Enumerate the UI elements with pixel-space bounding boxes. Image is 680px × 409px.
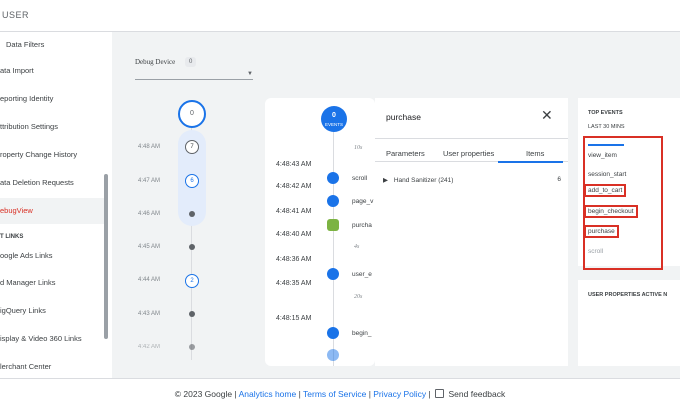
debug-device-select[interactable]: Debug Device 0 ▼ [135, 57, 253, 86]
event-time: 4:48:42 AM [276, 183, 312, 190]
privacy-policy-link[interactable]: Privacy Policy [373, 389, 426, 399]
event-time: 4:48:43 AM [276, 161, 312, 168]
event-time: 4:48:35 AM [276, 280, 312, 287]
top-event-item[interactable]: view_item [588, 152, 617, 159]
minute-badge[interactable]: 6 [185, 174, 199, 188]
top-event-item[interactable]: purchase [584, 225, 619, 238]
person-icon[interactable] [327, 327, 339, 339]
minute-badge[interactable]: 2 [185, 274, 199, 288]
tab-user-properties[interactable]: User properties [443, 149, 494, 158]
person-icon [327, 349, 339, 361]
chevron-down-icon: ▼ [247, 71, 253, 77]
person-icon[interactable] [327, 268, 339, 280]
minute-dot [189, 311, 195, 317]
close-icon[interactable]: ✕ [541, 108, 553, 122]
event-detail-title: purchase [386, 112, 421, 122]
minute-tick: 4:43 AM [138, 311, 161, 317]
item-quantity: 6 [557, 176, 561, 183]
page-footer: © 2023 Google | Analytics home | Terms o… [0, 378, 680, 409]
seconds-event-count: 0 EVENTS [321, 106, 347, 132]
event-name[interactable]: purcha [352, 222, 372, 229]
minute-tick: 4:44 AM [138, 277, 161, 283]
top-event-item[interactable]: scroll [588, 248, 603, 255]
top-events-title: TOP EVENTS [588, 110, 623, 116]
minutes-total-circle: 0 [178, 100, 206, 128]
minutes-stream: 0 4:48 AM 7 4:47 AM 6 4:46 AM 4:45 AM 4:… [132, 90, 260, 380]
minute-dot [189, 211, 195, 217]
user-properties-card: USER PROPERTIES ACTIVE N [578, 280, 680, 366]
property-title: USER [2, 10, 30, 20]
sidebar-item-data-deletion-requests[interactable]: ata Deletion Requests [0, 174, 104, 192]
event-detail-panel: purchase ✕ Parameters User properties It… [375, 98, 568, 366]
top-event-item[interactable]: session_start [588, 171, 626, 178]
top-events-card: TOP EVENTS LAST 30 MINS view_item sessio… [578, 98, 680, 270]
count-bar [588, 144, 624, 146]
sidebar-item-merchant-center[interactable]: lerchant Center [0, 358, 104, 376]
sidebar-item-debugview[interactable]: ebugView [0, 198, 104, 224]
event-time: 4:48:41 AM [276, 208, 312, 215]
person-icon[interactable] [327, 172, 339, 184]
sidebar-item-data-filters[interactable]: Data Filters [0, 36, 104, 54]
item-row[interactable]: ▶ Hand Sanitizer (241) 6 [383, 176, 561, 184]
minute-tick: 4:47 AM [138, 178, 161, 184]
feedback-icon [435, 389, 445, 399]
minute-tick: 4:48 AM [138, 144, 161, 150]
user-properties-title: USER PROPERTIES ACTIVE N [588, 292, 668, 298]
select-underline [135, 79, 253, 80]
top-event-item[interactable]: add_to_cart [584, 184, 627, 197]
flag-icon[interactable] [327, 219, 339, 231]
event-name[interactable]: user_e [352, 271, 372, 278]
event-name[interactable]: scroll [352, 175, 367, 182]
sidebar-item-property-change-history[interactable]: roperty Change History [0, 146, 104, 164]
time-gap-label: 10s [354, 145, 363, 151]
event-time: 4:48:40 AM [276, 231, 312, 238]
sidebar-item-reporting-identity[interactable]: eporting Identity [0, 90, 104, 108]
event-name[interactable]: page_v [352, 198, 373, 205]
copyright-text: © 2023 Google [174, 389, 233, 399]
seconds-stream: 0 EVENTS 10s 4:48:43 AM 4:48:42 AM scrol… [265, 98, 375, 366]
time-gap-label: 20s [354, 294, 363, 300]
event-time: 4:48:36 AM [276, 256, 312, 263]
debug-device-count: 0 [185, 57, 197, 67]
admin-sidebar: Data Filters ata Import eporting Identit… [0, 32, 112, 378]
sidebar-item-bigquery-links[interactable]: igQuery Links [0, 302, 104, 320]
sidebar-item-display-video-360-links[interactable]: isplay & Video 360 Links [0, 330, 104, 348]
product-links-section-label: T LINKS [0, 234, 24, 240]
send-feedback-link[interactable]: Send feedback [449, 389, 506, 399]
terms-of-service-link[interactable]: Terms of Service [303, 389, 366, 399]
sidebar-item-attribution-settings[interactable]: ttribution Settings [0, 118, 104, 136]
item-name: Hand Sanitizer (241) [393, 177, 454, 184]
tab-items[interactable]: Items [526, 149, 544, 158]
sidebar-scrollbar[interactable] [104, 174, 108, 339]
debug-device-label: Debug Device [135, 58, 176, 66]
event-name[interactable]: begin_ [352, 330, 372, 337]
top-bar: USER [0, 0, 680, 32]
sidebar-item-data-import[interactable]: ata Import [0, 62, 104, 80]
event-time: 4:48:15 AM [276, 315, 312, 322]
sidebar-item-ad-manager-links[interactable]: d Manager Links [0, 274, 104, 292]
top-event-item[interactable]: begin_checkout [584, 205, 638, 218]
analytics-home-link[interactable]: Analytics home [239, 389, 297, 399]
minute-badge[interactable]: 7 [185, 140, 199, 154]
top-events-subtitle: LAST 30 MINS [588, 124, 625, 130]
expand-triangle-icon[interactable]: ▶ [383, 177, 388, 184]
active-tab-indicator [498, 161, 563, 163]
minute-tick: 4:45 AM [138, 244, 161, 250]
minute-tick: 4:42 AM [138, 344, 161, 350]
minute-dot [189, 244, 195, 250]
event-detail-tabs: Parameters User properties Items [375, 138, 568, 163]
tab-parameters[interactable]: Parameters [386, 149, 425, 158]
minute-tick: 4:46 AM [138, 211, 161, 217]
sidebar-item-google-ads-links[interactable]: oogle Ads Links [0, 247, 104, 265]
minute-dot [189, 344, 195, 350]
time-gap-label: 4s [354, 244, 360, 250]
person-icon[interactable] [327, 195, 339, 207]
